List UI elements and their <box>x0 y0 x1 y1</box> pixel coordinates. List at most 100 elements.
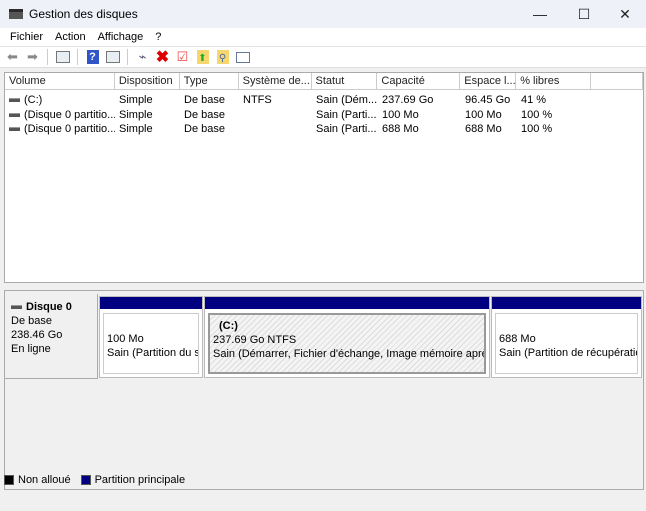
cell-text: 688 Mo <box>465 123 502 136</box>
partition-efi[interactable]: 100 Mo Sain (Partition du système EFI) <box>99 296 203 378</box>
disk-management-icon <box>9 9 23 19</box>
table-cell: Sain (Parti... <box>312 109 378 121</box>
disk-name: Disque 0 <box>26 301 72 313</box>
column-header[interactable]: Statut <box>312 73 378 89</box>
column-header[interactable]: Espace l... <box>460 73 517 89</box>
table-cell: NTFS <box>239 94 312 106</box>
table-cell: Simple <box>115 123 180 135</box>
legend-label: Partition principale <box>94 474 186 486</box>
cell-text: 41 % <box>521 94 547 107</box>
column-header[interactable]: Capacité <box>377 73 461 89</box>
table-row[interactable]: (Disque 0 partitio... Simple De base Sain (… <box>5 122 643 137</box>
disk-icon <box>11 305 22 310</box>
table-cell: 688 Mo <box>378 123 461 135</box>
column-header[interactable]: Volume <box>5 73 115 89</box>
disk-info[interactable]: Disque 0 De base 238.46 Go En ligne <box>5 294 98 379</box>
cell-text: De base <box>184 108 225 121</box>
menu-fichier[interactable]: Fichier <box>4 31 49 43</box>
close-button[interactable]: ✕ <box>602 0 646 28</box>
disk-type: De base <box>11 315 52 327</box>
cell-text: Sain (Dém... <box>316 94 378 107</box>
table-row[interactable]: (C:) Simple De base NTFS Sain (Dém... 237.69 … <box>5 93 643 108</box>
console-tree-icon[interactable] <box>54 49 71 65</box>
delete-icon[interactable]: ✖ <box>154 49 171 66</box>
cell-text: 100 Mo <box>465 108 502 121</box>
window-title: Gestion des disques <box>29 7 138 21</box>
menu-affichage[interactable]: Affichage <box>92 31 150 43</box>
properties-icon[interactable] <box>104 49 121 65</box>
legend: Non alloué Partition principale <box>4 474 185 486</box>
cell-text: De base <box>184 123 225 136</box>
cell-text: NTFS <box>243 94 272 107</box>
table-cell: Sain (Parti... <box>312 123 378 135</box>
settings-icon[interactable] <box>234 49 251 65</box>
table-cell: 100 % <box>517 123 592 135</box>
cell-text: 100 % <box>521 108 553 121</box>
cell-text: 237.69 Go <box>382 94 434 107</box>
cell-text: 100 % <box>521 123 553 136</box>
table-cell: 41 % <box>517 94 592 106</box>
menu-action[interactable]: Action <box>49 31 92 43</box>
cell-text: (C:) <box>24 94 43 107</box>
back-icon[interactable]: ⬅ <box>4 49 21 65</box>
column-header[interactable]: % libres <box>516 73 592 89</box>
table-cell: 96.45 Go <box>461 94 517 106</box>
table-cell: Simple <box>115 94 180 106</box>
menu-help[interactable]: ? <box>149 31 167 43</box>
volume-list: Volume Disposition Type Système de... St… <box>4 72 644 283</box>
cell-text: 100 Mo <box>382 108 419 121</box>
disk-size: 238.46 Go <box>11 329 63 341</box>
title-bar: Gestion des disques — ☐ ✕ <box>0 0 646 28</box>
volume-icon <box>9 112 20 117</box>
table-cell: 688 Mo <box>461 123 517 135</box>
table-row[interactable]: (Disque 0 partitio... Simple De base Sain (… <box>5 108 643 123</box>
partition-label: (C:) <box>219 320 238 332</box>
list-header: Volume Disposition Type Système de... St… <box>5 73 643 90</box>
cell-text: Sain (Parti... <box>316 123 377 136</box>
table-cell: De base <box>180 94 239 106</box>
connect-disk-icon[interactable]: ⌁ <box>134 49 151 65</box>
legend-swatch-unallocated <box>4 475 14 485</box>
cell-text: 688 Mo <box>382 123 419 136</box>
table-cell: De base <box>180 123 239 135</box>
table-cell: 100 % <box>517 109 592 121</box>
partition-size: 100 Mo <box>107 333 144 345</box>
cell-text: Simple <box>119 123 153 136</box>
check-icon[interactable]: ☑ <box>174 49 191 65</box>
table-cell: 100 Mo <box>378 109 461 121</box>
cell-text: Sain (Parti... <box>316 108 377 121</box>
cell-text: (Disque 0 partitio... <box>24 123 115 136</box>
maximize-button[interactable]: ☐ <box>561 0 607 28</box>
column-header[interactable] <box>591 73 643 89</box>
table-cell: 100 Mo <box>461 109 517 121</box>
partition-c[interactable]: (C:) 237.69 Go NTFS Sain (Démarrer, Fichie… <box>204 296 490 378</box>
cell-text: (Disque 0 partitio... <box>24 108 115 121</box>
legend-label: Non alloué <box>18 474 71 486</box>
legend-swatch-primary <box>80 475 91 485</box>
partition-recovery[interactable]: 688 Mo Sain (Partition de récupération) <box>491 296 642 378</box>
search-icon[interactable]: ⚲ <box>214 49 231 65</box>
toolbar: ⬅ ➡ ? ⌁ ✖ ☑ ⬆ ⚲ <box>0 46 646 68</box>
partition-status: Sain (Démarrer, Fichier d'échange, Image… <box>213 348 484 360</box>
partition-status: Sain (Partition du système EFI) <box>107 347 198 359</box>
table-cell: Sain (Dém... <box>312 94 378 106</box>
table-cell: De base <box>180 109 239 121</box>
forward-icon[interactable]: ➡ <box>24 49 41 65</box>
column-header[interactable]: Type <box>180 73 239 89</box>
partition-status: Sain (Partition de récupération) <box>499 347 638 359</box>
table-cell: Simple <box>115 109 180 121</box>
volume-icon <box>9 127 20 132</box>
help-icon[interactable]: ? <box>84 49 101 65</box>
volume-icon <box>9 98 20 103</box>
cell-text: 96.45 Go <box>465 94 511 107</box>
cell-text: De base <box>184 94 225 107</box>
disk-status: En ligne <box>11 343 51 355</box>
up-folder-icon[interactable]: ⬆ <box>194 49 211 65</box>
partition-size: 688 Mo <box>499 333 536 345</box>
minimize-button[interactable]: — <box>517 0 563 28</box>
column-header[interactable]: Disposition <box>115 73 180 89</box>
column-header[interactable]: Système de... <box>239 73 312 89</box>
cell-text: Simple <box>119 108 153 121</box>
partition-size: 237.69 Go NTFS <box>213 334 297 346</box>
menu-bar: Fichier Action Affichage ? <box>0 28 646 46</box>
